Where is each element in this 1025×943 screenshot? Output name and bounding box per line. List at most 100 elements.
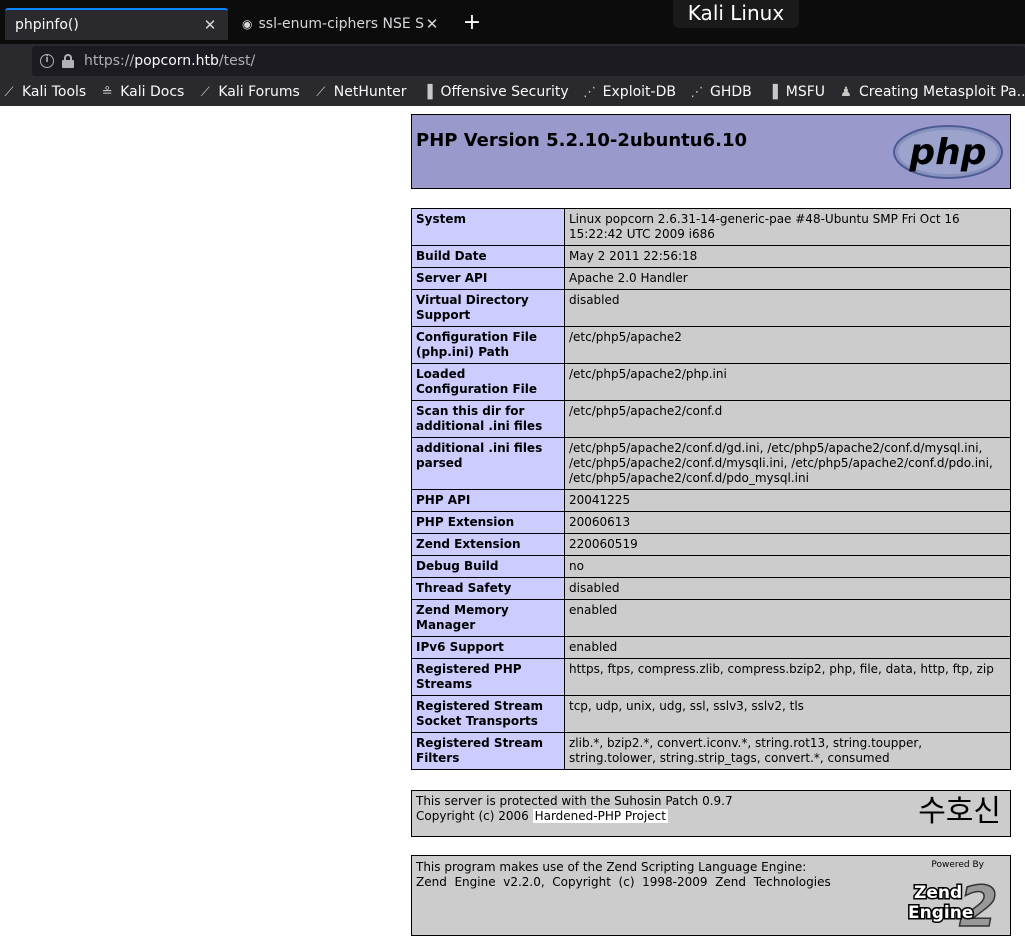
bookmark-offensive-security[interactable]: ▐ Offensive Security (420, 84, 568, 100)
row-value: May 2 2011 22:56:18 (564, 245, 1011, 268)
table-row: Zend Memory Manager enabled (411, 599, 1011, 637)
bookmark-label: Kali Tools (22, 84, 87, 100)
exploit-db-icon: ⋰ (583, 84, 597, 100)
tab-title: phpinfo() (15, 17, 79, 33)
hardened-php-link[interactable]: Hardened-PHP Project (532, 809, 668, 823)
close-icon[interactable]: ✕ (202, 16, 218, 34)
row-value: zlib.*, bzip2.*, convert.iconv.*, string… (564, 732, 1011, 770)
row-value: tcp, udp, unix, udg, ssl, sslv3, sslv2, … (564, 695, 1011, 733)
table-row: Configuration File (php.ini) Path/etc/ph… (411, 326, 1011, 364)
bookmark-label: Exploit-DB (602, 84, 676, 100)
row-label: additional .ini files parsed (411, 437, 565, 490)
row-value: disabled (564, 577, 1011, 600)
table-row: Registered PHP Streams https, ftps, compr… (411, 658, 1011, 696)
tab-bar: phpinfo() ✕ ◉ ssl-enum-ciphers NSE Sc ✕ … (0, 0, 1025, 44)
php-version-header: PHP Version 5.2.10-2ubuntu6.10 php (411, 114, 1011, 189)
suhosin-copyright: Copyright (c) 2006 (416, 809, 533, 823)
row-label: Scan this dir for additional .ini files (411, 400, 565, 438)
window-title: Kali Linux (673, 0, 799, 28)
table-row: Registered Stream Socket Transports tcp, … (411, 695, 1011, 733)
row-label: Debug Build (411, 555, 565, 578)
bookmark-kali-forums[interactable]: ⟋ Kali Forums (198, 84, 300, 100)
php-logo-text: php (908, 132, 986, 173)
zend-line: This program makes use of the Zend Scrip… (416, 860, 807, 874)
info-icon[interactable]: i (40, 54, 54, 68)
tab-ssl-enum-ciphers[interactable]: ◉ ssl-enum-ciphers NSE Sc ✕ (232, 8, 450, 40)
bookmark-msfu[interactable]: ▐ MSFU (766, 84, 825, 100)
kali-dragon-icon: ⟋ (200, 84, 210, 100)
bookmark-label: NetHunter (333, 84, 407, 100)
php-logo[interactable]: php (892, 124, 1004, 180)
bookmark-creating-metasploit[interactable]: ♟ Creating Metasploit Pa... (839, 84, 1025, 100)
row-label: Server API (411, 267, 565, 290)
url-path: /test/ (218, 53, 256, 69)
row-label: IPv6 Support (411, 636, 565, 659)
kali-dragon-icon: ⟋ (316, 84, 326, 100)
row-label: Configuration File (php.ini) Path (411, 326, 565, 364)
row-label: Registered Stream Socket Transports (411, 695, 565, 733)
bookmark-label: GHDB (709, 84, 752, 100)
zend-logo-word: Zend (914, 883, 962, 903)
row-value: https, ftps, compress.zlib, compress.bzi… (564, 658, 1011, 696)
bookmark-label: Kali Forums (218, 84, 300, 100)
row-value: disabled (564, 289, 1011, 327)
table-row: IPv6 Support enabled (411, 636, 1011, 659)
suhosin-line: This server is protected with the Suhosi… (416, 794, 733, 808)
bookmark-exploit-db[interactable]: ⋰ Exploit-DB (583, 84, 676, 100)
bookmark-kali-docs[interactable]: ≗ Kali Docs (100, 84, 185, 100)
url-bar[interactable]: i https://popcorn.htb/test/ (32, 46, 1025, 76)
new-tab-button[interactable]: + (458, 10, 486, 38)
table-row: Server API Apache 2.0 Handler (411, 267, 1011, 290)
table-row: additional .ini files parsed/etc/php5/ap… (411, 437, 1011, 490)
table-row: Scan this dir for additional .ini files /… (411, 400, 1011, 438)
row-value: /etc/php5/apache2/conf.d (564, 400, 1011, 438)
row-value: /etc/php5/apache2 (564, 326, 1011, 364)
row-label: PHP API (411, 489, 565, 512)
row-label: Registered PHP Streams (411, 658, 565, 696)
zend-copyright: Zend Engine v2.2.0, Copyright (c) 1998-2… (416, 875, 831, 889)
bookmark-label: Creating Metasploit Pa... (859, 84, 1025, 100)
row-value: Apache 2.0 Handler (564, 267, 1011, 290)
tab-title: ssl-enum-ciphers NSE Sc (258, 16, 424, 32)
bookmark-nethunter[interactable]: ⟋ NetHunter (314, 84, 407, 100)
row-label: PHP Extension (411, 511, 565, 534)
table-row: Debug Build no (411, 555, 1011, 578)
row-value: enabled (564, 636, 1011, 659)
close-icon[interactable]: ✕ (424, 15, 440, 33)
zend-engine-logo[interactable]: 2 Zend Engine (894, 870, 1004, 934)
table-row: Virtual Directory Support disabled (411, 289, 1011, 327)
lock-icon[interactable] (62, 54, 74, 68)
url-text[interactable]: https://popcorn.htb/test/ (84, 53, 255, 69)
suhosin-logo[interactable]: 수호신 (918, 794, 1001, 830)
offsec-icon: ▐ (422, 84, 433, 100)
row-label: Zend Extension (411, 533, 565, 556)
row-value: 220060519 (564, 533, 1011, 556)
navigation-bar: i https://popcorn.htb/test/ (0, 44, 1025, 78)
row-label: System (411, 208, 565, 246)
zend-box: This program makes use of the Zend Scrip… (411, 855, 1011, 936)
bookmark-label: MSFU (785, 84, 825, 100)
bookmark-label: Offensive Security (440, 84, 569, 100)
row-value: 20060613 (564, 511, 1011, 534)
table-row: PHP Extension 20060613 (411, 511, 1011, 534)
row-value: enabled (564, 599, 1011, 637)
bookmark-ghdb[interactable]: ⋰ GHDB (690, 84, 752, 100)
row-value: Linux popcorn 2.6.31-14-generic-pae #48-… (564, 208, 1011, 246)
bookmark-kali-tools[interactable]: ⟋ Kali Tools (2, 84, 86, 100)
url-scheme: https:// (84, 53, 135, 69)
row-value: 20041225 (564, 489, 1011, 512)
php-info-table: System Linux popcorn 2.6.31-14-generic-pa… (411, 208, 1011, 770)
table-row: Loaded Configuration File/etc/php5/apach… (411, 363, 1011, 401)
row-value: no (564, 555, 1011, 578)
table-row: PHP API 20041225 (411, 489, 1011, 512)
engine-logo-word: Engine (908, 903, 973, 923)
eye-icon: ◉ (242, 17, 253, 31)
page-title: PHP Version 5.2.10-2ubuntu6.10 (416, 130, 748, 151)
row-value: /etc/php5/apache2/php.ini (564, 363, 1011, 401)
bookmark-label: Kali Docs (120, 84, 185, 100)
table-row: Thread Safety disabled (411, 577, 1011, 600)
table-row: Registered Stream Filters zlib.*, bzip2.*… (411, 732, 1011, 770)
row-label: Thread Safety (411, 577, 565, 600)
tab-phpinfo[interactable]: phpinfo() ✕ (5, 8, 228, 40)
url-host: popcorn.htb (134, 53, 219, 69)
